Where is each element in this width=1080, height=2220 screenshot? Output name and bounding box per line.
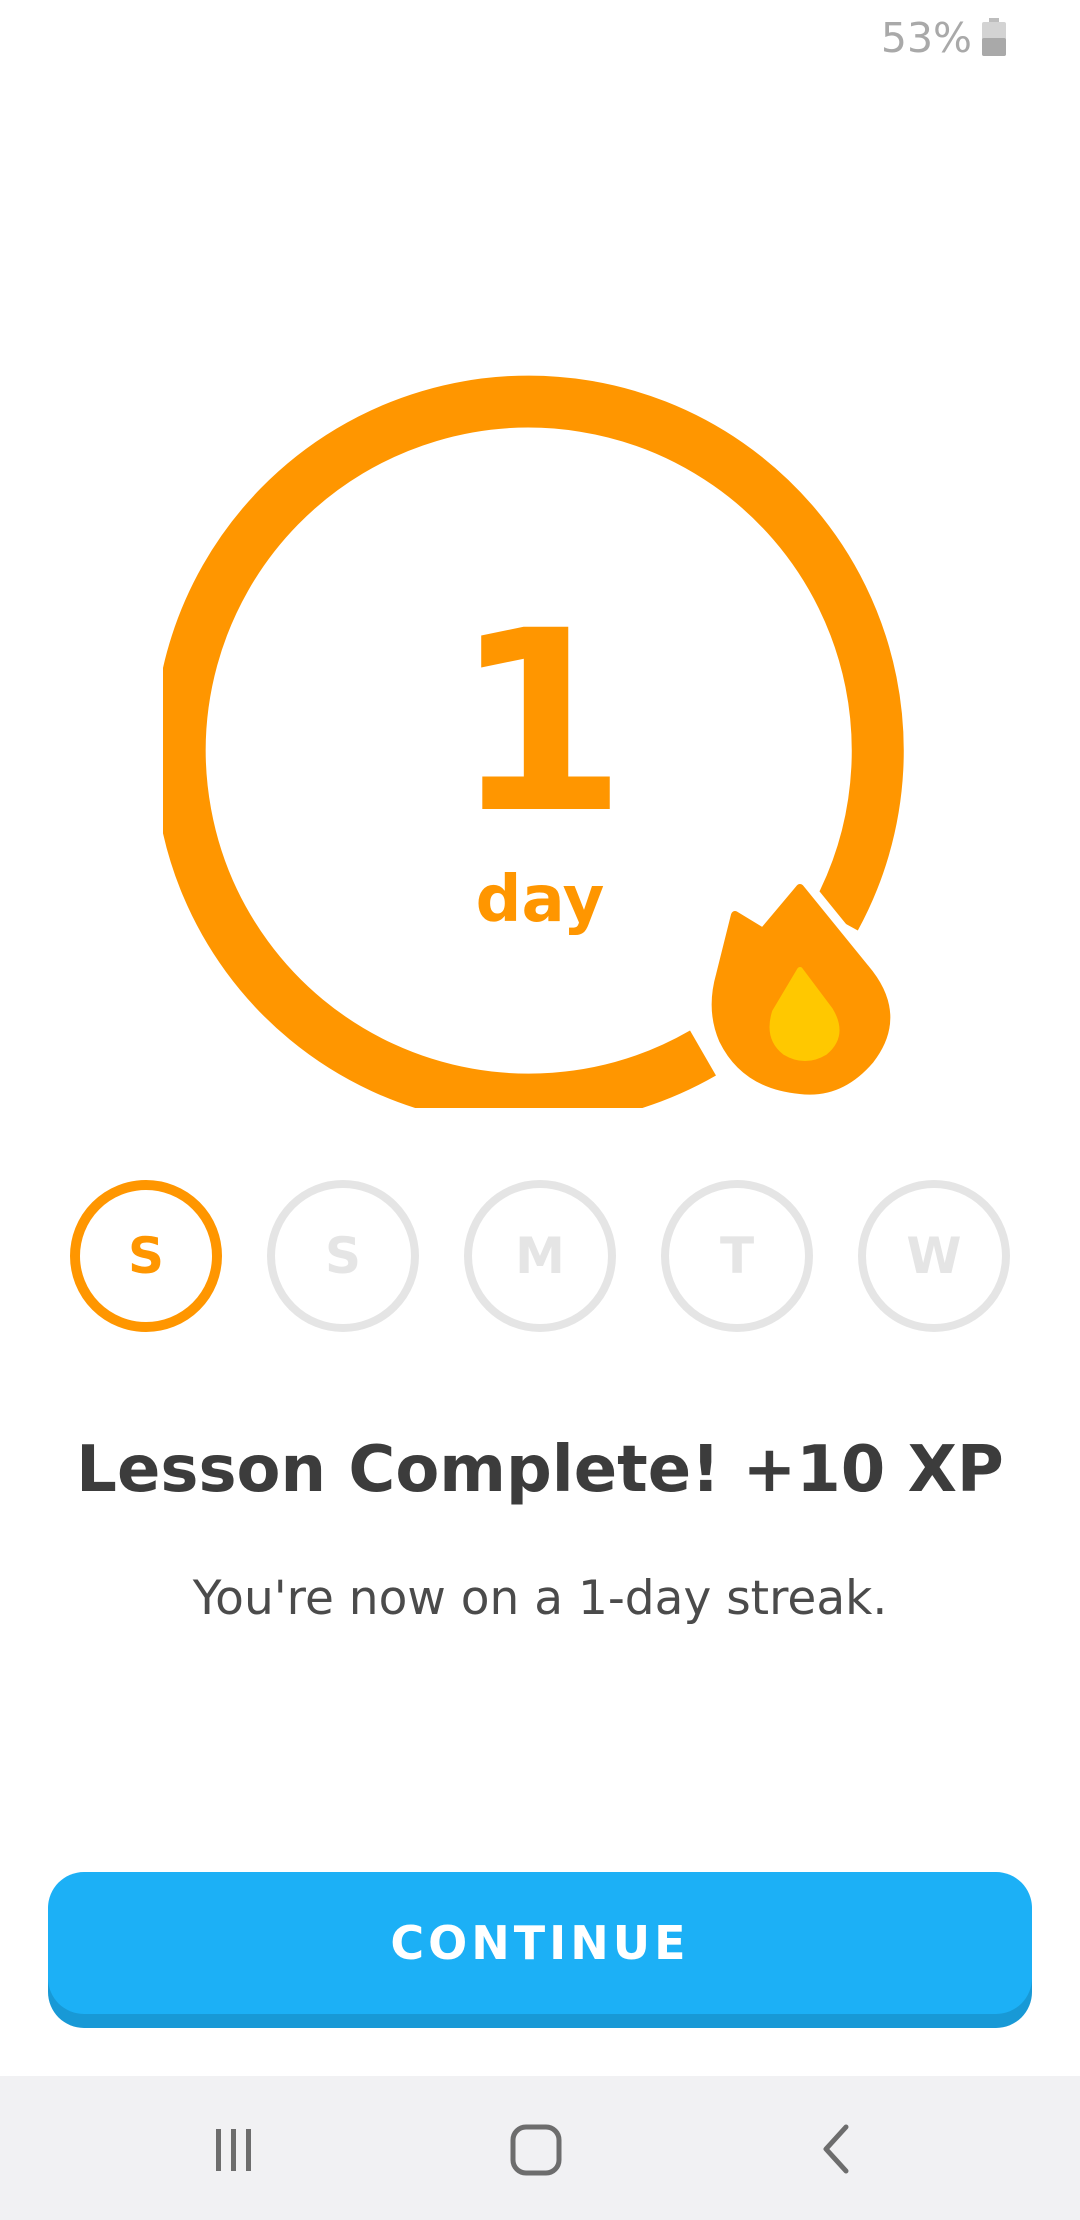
streak-unit: day: [475, 863, 605, 937]
day-label: S: [324, 1227, 361, 1285]
day-label: W: [906, 1227, 962, 1285]
recent-apps-icon: [216, 2129, 251, 2171]
lesson-complete-screen: 53% 1 day S S M T W Lesson Complete! +10…: [0, 0, 1080, 2220]
day-circle-wednesday: W: [858, 1180, 1010, 1332]
day-label: T: [719, 1227, 755, 1285]
home-button[interactable]: [476, 2104, 596, 2194]
day-circle-saturday: S: [267, 1180, 419, 1332]
streak-message: You're now on a 1-day streak.: [192, 1571, 888, 1626]
flame-icon: [705, 880, 900, 1100]
back-button[interactable]: [778, 2104, 898, 2194]
day-circle-sunday: S: [70, 1180, 222, 1332]
streak-count: 1: [453, 577, 627, 868]
system-nav-bar: [0, 2076, 1080, 2220]
home-icon: [510, 2124, 562, 2176]
status-bar: 53%: [0, 0, 1080, 80]
day-label: S: [127, 1227, 164, 1285]
lesson-complete-title: Lesson Complete! +10 XP: [76, 1433, 1004, 1507]
battery-icon: [982, 18, 1006, 56]
continue-button-label: CONTINUE: [390, 1916, 690, 1970]
day-label: M: [515, 1227, 565, 1285]
battery-percent: 53%: [880, 14, 972, 62]
back-icon: [823, 2124, 849, 2174]
day-circle-monday: M: [464, 1180, 616, 1332]
day-circle-tuesday: T: [661, 1180, 813, 1332]
recent-apps-button[interactable]: [174, 2104, 294, 2194]
week-streak-row: S S M T W: [70, 1180, 1010, 1332]
continue-button[interactable]: CONTINUE: [48, 1872, 1032, 2014]
